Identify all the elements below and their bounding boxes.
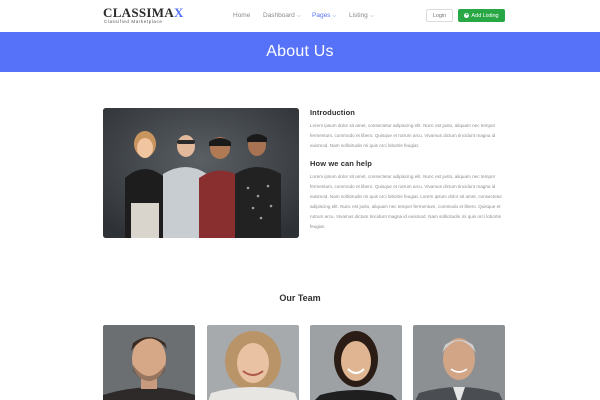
nav-item-home[interactable]: Home [233, 12, 250, 19]
team-member-card [310, 325, 402, 400]
nav-item-dashboard[interactable]: Dashboard ⌵ [263, 12, 301, 19]
about-content: Introduction Lorem ipsum dolor sit amet,… [310, 108, 506, 232]
page-title: About Us [266, 43, 334, 60]
navbar: CLASSIMAX Classified Marketplace Home Da… [0, 0, 600, 32]
brand-logo[interactable]: CLASSIMAX Classified Marketplace [103, 5, 184, 25]
about-team-photo [103, 108, 299, 238]
page-banner: About Us [0, 32, 600, 72]
team-member-card [413, 325, 505, 400]
brand-name: CLASSIMAX [103, 5, 184, 20]
team-heading: Our Team [279, 293, 321, 303]
intro-paragraph: Lorem ipsum dolor sit amet, consectetur … [310, 123, 496, 148]
help-heading: How we can help [310, 159, 372, 168]
team-member-card [103, 325, 195, 400]
chevron-down-icon: ⌵ [332, 12, 337, 19]
team-member-card [207, 325, 299, 400]
plus-circle-icon: + [464, 12, 470, 18]
help-paragraph: Lorem ipsum dolor sit amet, consectetur … [310, 174, 502, 229]
chevron-down-icon: ⌵ [296, 12, 301, 19]
nav-item-pages[interactable]: Pages ⌵ [312, 12, 336, 19]
nav-item-listing[interactable]: Listing ⌵ [349, 12, 374, 19]
login-button-label: Login [432, 12, 447, 19]
add-listing-button-label: Add Listing [471, 12, 499, 19]
intro-heading: Introduction [310, 108, 355, 117]
login-button[interactable]: Login [426, 9, 453, 22]
add-listing-button[interactable]: + Add Listing [458, 9, 505, 22]
chevron-down-icon: ⌵ [369, 12, 374, 19]
